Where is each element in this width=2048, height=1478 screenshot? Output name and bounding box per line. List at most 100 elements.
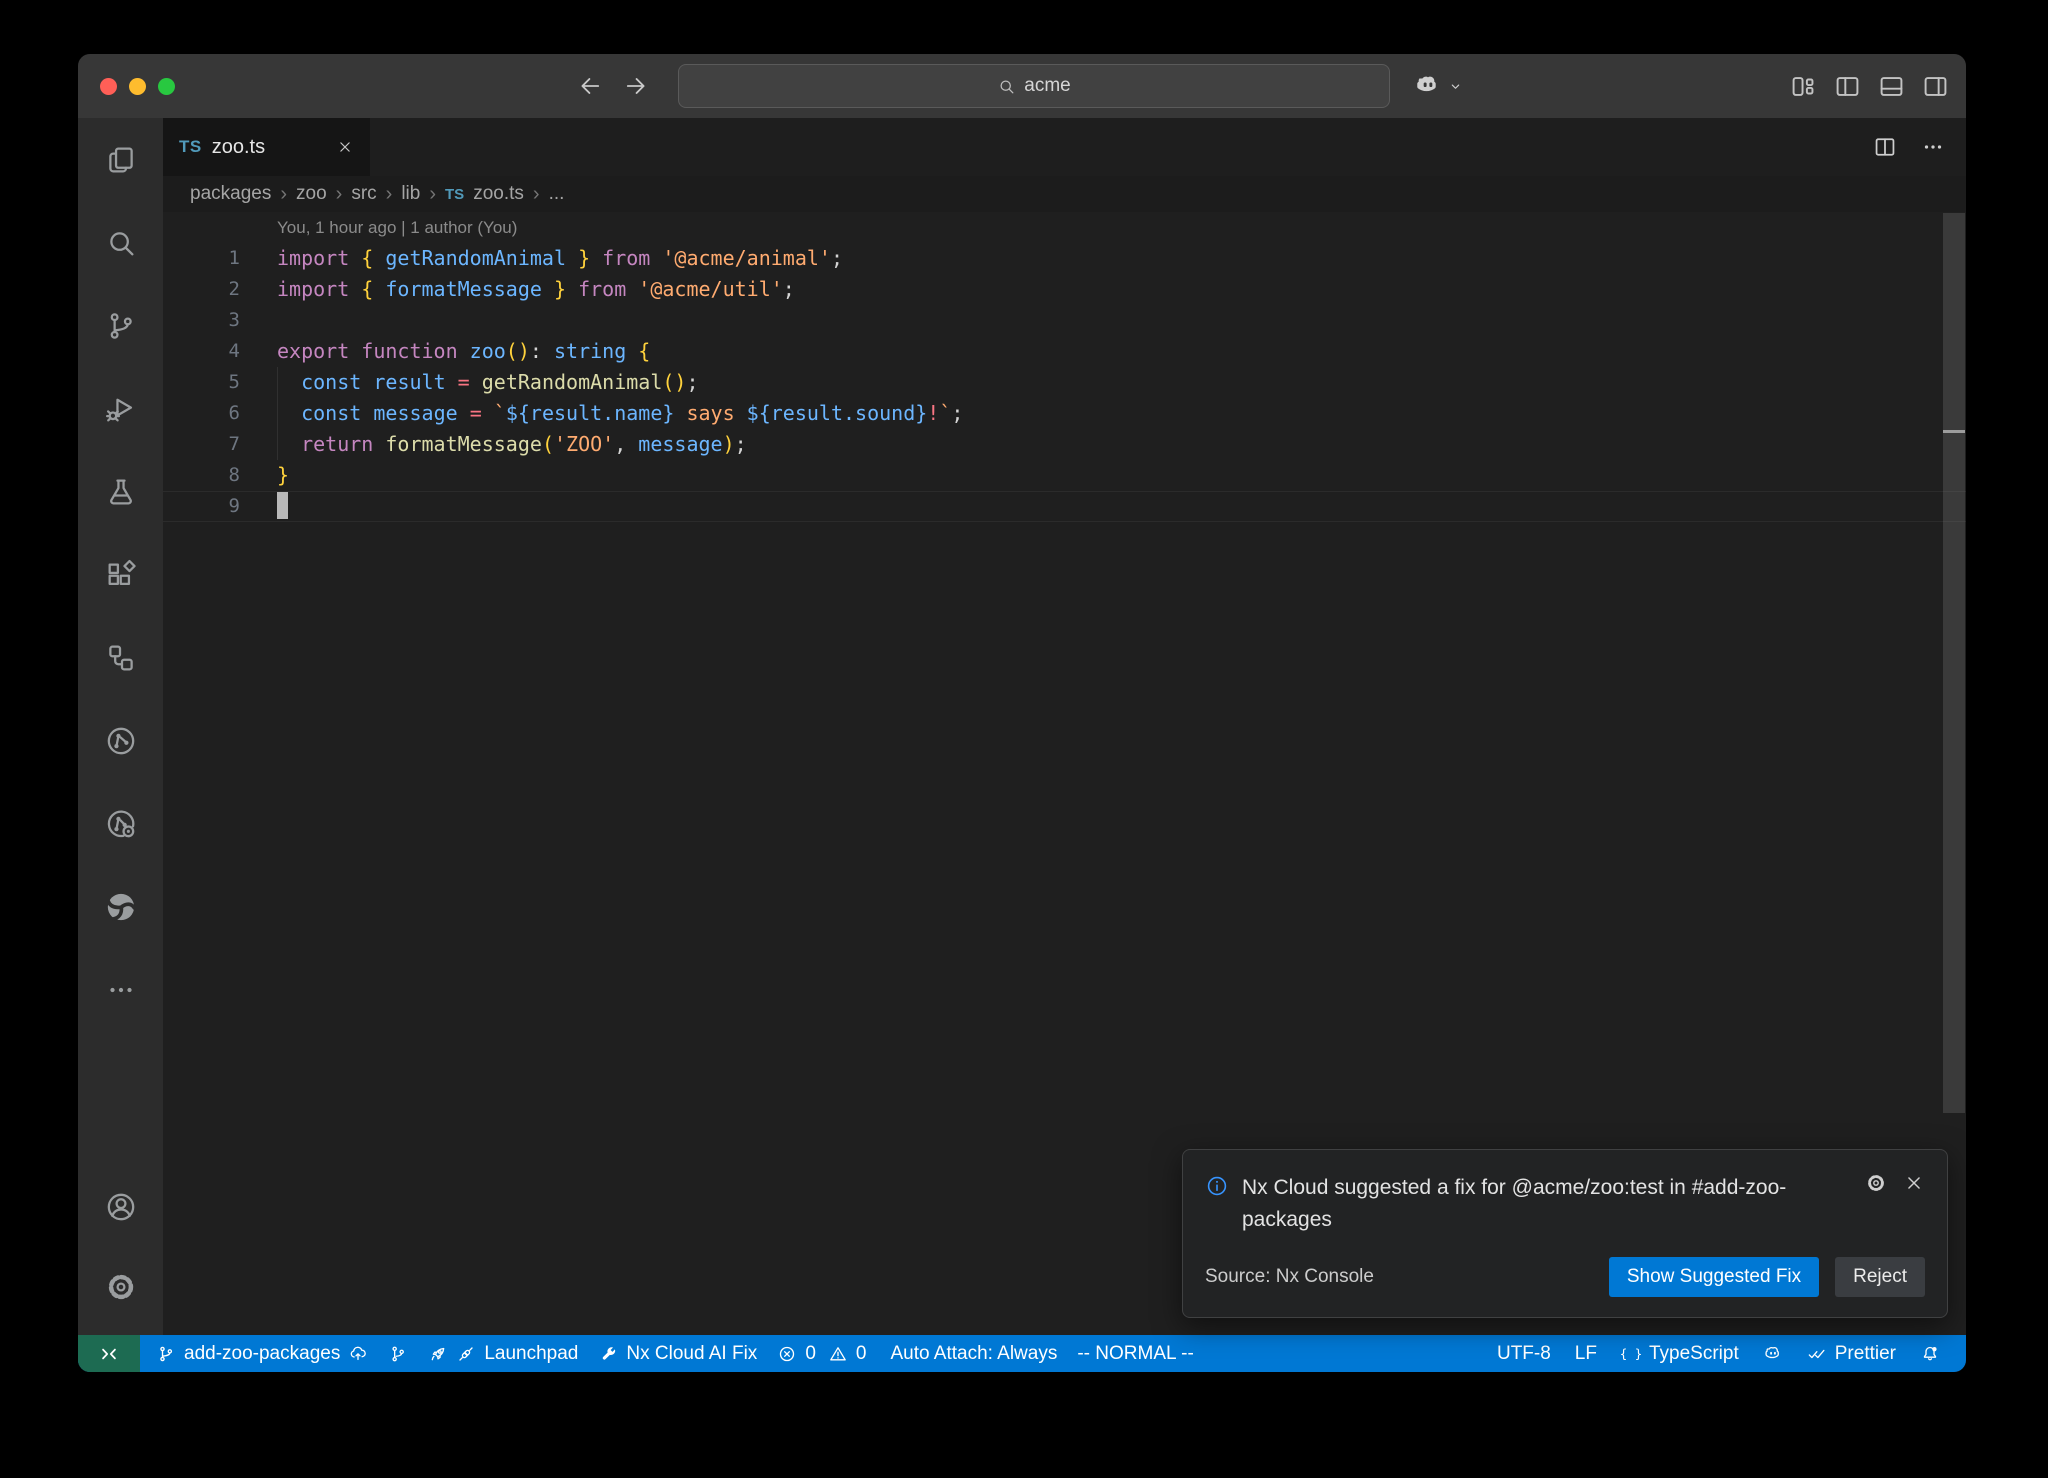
tab-zoo-ts[interactable]: TS zoo.ts xyxy=(163,118,370,176)
breadcrumb: packages›zoo›src›lib›TSzoo.ts›... xyxy=(163,176,1966,212)
info-icon xyxy=(1205,1174,1229,1237)
activity-nx-console[interactable] xyxy=(78,699,163,782)
cloud-up-icon xyxy=(348,1344,368,1364)
history-forward-button[interactable] xyxy=(622,72,650,100)
breadcrumb-separator: › xyxy=(386,183,393,206)
close-button[interactable] xyxy=(100,78,117,95)
more-editor-actions-button[interactable] xyxy=(1920,134,1946,160)
activity-extensions[interactable] xyxy=(78,533,163,616)
breadcrumb-overflow[interactable]: ... xyxy=(549,183,565,205)
breadcrumb-separator: › xyxy=(280,183,287,206)
breadcrumb-item[interactable]: src xyxy=(351,183,376,205)
vim-mode[interactable]: -- NORMAL -- xyxy=(1067,1335,1203,1372)
activity-nx-cloud[interactable] xyxy=(78,782,163,865)
nx-cloud-icon xyxy=(104,807,138,841)
activity-search[interactable] xyxy=(78,201,163,284)
split-editor-button[interactable] xyxy=(1872,134,1898,160)
breadcrumb-separator: › xyxy=(336,183,343,206)
encoding[interactable]: UTF-8 xyxy=(1485,1335,1563,1372)
notification-source: Source: Nx Console xyxy=(1205,1266,1374,1288)
notifications-bell[interactable] xyxy=(1908,1335,1952,1372)
remote-indicator[interactable] xyxy=(78,1335,140,1372)
code-text: import { getRandomAnimal } from '@acme/a… xyxy=(277,243,843,274)
notification-close-icon[interactable] xyxy=(1903,1172,1925,1194)
activity-testing[interactable] xyxy=(78,450,163,533)
status-label: LF xyxy=(1575,1343,1597,1365)
code-text: } xyxy=(277,460,289,491)
status-label: Prettier xyxy=(1835,1343,1896,1365)
beaker-icon xyxy=(104,475,138,509)
zoom-button[interactable] xyxy=(158,78,175,95)
edge-icon xyxy=(104,890,138,924)
activity-project-structure[interactable] xyxy=(78,616,163,699)
status-label: Auto Attach: Always xyxy=(890,1343,1057,1365)
problems[interactable]: 00 xyxy=(767,1335,880,1372)
line-number: 5 xyxy=(163,367,240,398)
git-graph-icon xyxy=(388,1344,408,1364)
tab-close-icon[interactable] xyxy=(336,138,354,156)
show-suggested-fix-button[interactable]: Show Suggested Fix xyxy=(1609,1257,1819,1297)
code-line: 6 const message = `${result.name} says $… xyxy=(163,398,1966,429)
language-mode[interactable]: { } TypeScript xyxy=(1609,1335,1751,1372)
files-icon xyxy=(104,143,138,177)
activity-run-and-debug[interactable] xyxy=(78,367,163,450)
activity-explorer[interactable] xyxy=(78,118,163,201)
scrollbar-slider[interactable] xyxy=(1943,213,1965,1113)
minimize-button[interactable] xyxy=(129,78,146,95)
svg-text:{ }: { } xyxy=(1621,1346,1641,1361)
code-text: const result = getRandomAnimal(); xyxy=(277,367,699,398)
rocket-icon xyxy=(428,1344,448,1364)
breadcrumb-file[interactable]: zoo.ts xyxy=(473,183,524,205)
activity-source-control[interactable] xyxy=(78,284,163,367)
editor-cursor xyxy=(277,492,288,519)
search-value: acme xyxy=(1024,75,1070,97)
code-text: import { formatMessage } from '@acme/uti… xyxy=(277,274,795,305)
accounts-button[interactable] xyxy=(78,1167,163,1247)
code-line: 9 xyxy=(163,491,1966,522)
formatter-prettier[interactable]: Prettier xyxy=(1795,1335,1908,1372)
braces-icon: { } xyxy=(1621,1344,1641,1364)
nx-cloud-ai-fix[interactable]: Nx Cloud AI Fix xyxy=(588,1335,767,1372)
hierarchy-icon xyxy=(104,641,138,675)
titlebar: acme xyxy=(78,54,1966,118)
code-line: 7 return formatMessage('ZOO', message); xyxy=(163,429,1966,460)
branch-icon xyxy=(156,1344,176,1364)
activity-more-views[interactable] xyxy=(78,948,163,1031)
git-branch[interactable]: add-zoo-packages xyxy=(146,1335,378,1372)
end-of-line[interactable]: LF xyxy=(1563,1335,1609,1372)
problem-count: 0 xyxy=(856,1343,867,1365)
copilot-status[interactable] xyxy=(1751,1335,1795,1372)
wrench-icon xyxy=(598,1344,618,1364)
notification-settings-icon[interactable] xyxy=(1865,1172,1887,1194)
auto-attach[interactable]: Auto Attach: Always xyxy=(880,1335,1067,1372)
problem-count: 0 xyxy=(805,1343,816,1365)
source-control-graph[interactable] xyxy=(378,1335,418,1372)
customize-layout-button[interactable] xyxy=(1789,72,1818,101)
command-center-search[interactable]: acme xyxy=(678,64,1390,108)
status-label: TypeScript xyxy=(1649,1343,1739,1365)
code-line: 1 import { getRandomAnimal } from '@acme/… xyxy=(163,243,1966,274)
line-number: 7 xyxy=(163,429,240,460)
plug-icon xyxy=(456,1344,476,1364)
activity-bar xyxy=(78,118,163,1335)
chevron-down-icon[interactable] xyxy=(1447,78,1464,95)
toggle-panel-button[interactable] xyxy=(1877,72,1906,101)
copilot-menu[interactable] xyxy=(1414,54,1464,118)
line-number: 1 xyxy=(163,243,240,274)
notification-toast: Nx Cloud suggested a fix for @acme/zoo:t… xyxy=(1182,1149,1948,1318)
breadcrumb-item[interactable]: zoo xyxy=(296,183,327,205)
code-text: return formatMessage('ZOO', message); xyxy=(277,429,747,460)
manage-button[interactable] xyxy=(78,1247,163,1327)
bell-icon xyxy=(1920,1344,1940,1364)
breadcrumb-item[interactable]: lib xyxy=(401,183,420,205)
reject-button[interactable]: Reject xyxy=(1835,1257,1925,1297)
account-icon xyxy=(104,1190,138,1224)
toggle-primary-sidebar-button[interactable] xyxy=(1833,72,1862,101)
status-label: add-zoo-packages xyxy=(184,1343,340,1365)
history-back-button[interactable] xyxy=(576,72,604,100)
activity-edge-tools[interactable] xyxy=(78,865,163,948)
launchpad[interactable]: Launchpad xyxy=(418,1335,588,1372)
toggle-secondary-sidebar-button[interactable] xyxy=(1921,72,1950,101)
line-number: 6 xyxy=(163,398,240,429)
breadcrumb-item[interactable]: packages xyxy=(190,183,271,205)
